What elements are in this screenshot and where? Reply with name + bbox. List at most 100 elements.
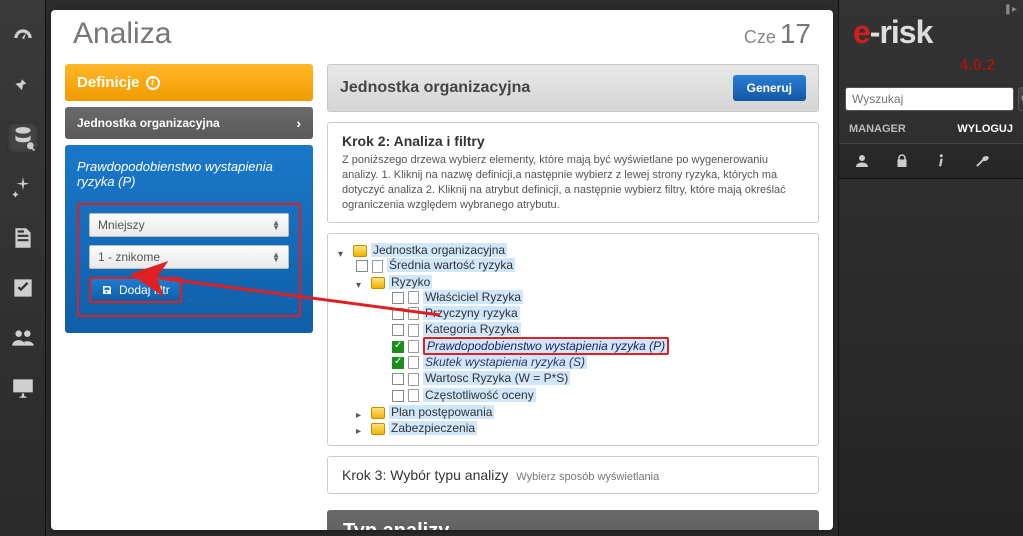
folder-icon xyxy=(353,245,367,257)
jo-label: Jednostka organizacyjna xyxy=(77,116,220,130)
folder-icon xyxy=(371,423,385,435)
tree-freq[interactable]: Częstotliwość oceny xyxy=(423,388,536,402)
manager-label: MANAGER xyxy=(849,123,906,135)
document-icon xyxy=(408,291,419,304)
rail-presentation[interactable] xyxy=(7,372,39,404)
tree-item[interactable]: Skutek wystapienia ryzyka (S) xyxy=(392,354,808,370)
chevron-right-icon: › xyxy=(296,115,301,131)
tree-category[interactable]: Kategoria Ryzyka xyxy=(423,322,521,336)
logo-risk: risk xyxy=(879,14,932,50)
operator-select[interactable]: Mniejszy ▲▼ xyxy=(89,213,289,237)
tree-impact[interactable]: Skutek wystapienia ryzyka (S) xyxy=(423,355,587,369)
rail-anchor[interactable] xyxy=(7,72,39,104)
rail-database[interactable] xyxy=(7,122,39,154)
right-header: Jednostka organizacyjna Generuj xyxy=(327,64,819,112)
info-italic-icon[interactable] xyxy=(933,152,951,170)
step3-sub: Wybierz sposób wyświetlania xyxy=(516,471,659,483)
tree-item[interactable]: Średnia wartość ryzyka xyxy=(356,257,808,273)
tree-box: Jednostka organizacyjna Średnia wartość … xyxy=(327,233,819,446)
tree-causes[interactable]: Przyczyny ryzyka xyxy=(423,306,520,320)
document-icon xyxy=(408,373,419,386)
generate-button[interactable]: Generuj xyxy=(733,75,806,101)
tree-toggle-icon[interactable] xyxy=(356,277,367,288)
rail-dashboard[interactable] xyxy=(7,22,39,54)
operator-value: Mniejszy xyxy=(98,218,145,232)
rail-star[interactable] xyxy=(7,172,39,204)
tree-avg[interactable]: Średnia wartość ryzyka xyxy=(387,258,515,272)
lock-icon[interactable] xyxy=(893,152,911,170)
tree-safety[interactable]: Zabezpieczenia xyxy=(356,420,808,436)
filter-controls-highlight: Mniejszy ▲▼ 1 - znikome ▲▼ Dodaj filtr xyxy=(77,203,301,317)
tree-item[interactable]: Częstotliwość oceny xyxy=(392,387,808,403)
checkbox[interactable] xyxy=(392,324,404,336)
logout-link[interactable]: WYLOGUJ xyxy=(957,123,1013,135)
step2-box: Krok 2: Analiza i filtry Z poniższego dr… xyxy=(327,122,819,223)
tree-plan-label[interactable]: Plan postępowania xyxy=(389,405,494,419)
tree-toggle-icon[interactable] xyxy=(356,407,367,418)
tree-value[interactable]: Wartosc Ryzyka (W = P*S) xyxy=(423,371,570,385)
spark-icon xyxy=(10,175,36,201)
document-icon xyxy=(408,307,419,320)
info-icon: i xyxy=(146,76,160,90)
tool-row xyxy=(839,143,1023,179)
checkbox[interactable] xyxy=(356,260,368,272)
tree-root-label[interactable]: Jednostka organizacyjna xyxy=(371,243,507,257)
right-column: Jednostka organizacyjna Generuj Krok 2: … xyxy=(327,64,819,530)
tree-root[interactable]: Jednostka organizacyjna Średnia wartość … xyxy=(338,242,808,437)
logo-e: e xyxy=(853,14,870,50)
tree-item[interactable]: Właściciel Ryzyka xyxy=(392,289,808,305)
tree-ryzyko[interactable]: Ryzyko Właściciel Ryzyka Przyczyny ryzyk… xyxy=(356,274,808,404)
tree-item[interactable]: Kategoria Ryzyka xyxy=(392,321,808,337)
definicje-label: Definicje xyxy=(77,74,140,91)
tree-owner[interactable]: Właściciel Ryzyka xyxy=(423,290,523,304)
rail-report[interactable] xyxy=(7,222,39,254)
tree-item[interactable]: Wartosc Ryzyka (W = P*S) xyxy=(392,370,808,386)
jednostka-panel-header[interactable]: Jednostka organizacyjna › xyxy=(65,107,313,139)
checkbox[interactable] xyxy=(392,308,404,320)
rail-users[interactable] xyxy=(7,322,39,354)
checkbox[interactable] xyxy=(392,373,404,385)
typ-header: Typ analizy xyxy=(327,510,819,530)
document-icon xyxy=(408,340,419,353)
filter-panel: Prawdopodobienstwo wystapienia ryzyka (P… xyxy=(65,145,313,333)
checkbox-checked[interactable] xyxy=(392,357,404,369)
checkbox[interactable] xyxy=(392,292,404,304)
document-icon xyxy=(408,389,419,402)
tree-item[interactable]: Prawdopodobienstwo wystapienia ryzyka (P… xyxy=(392,338,808,354)
search-wrap xyxy=(845,87,1017,111)
tree-safety-label[interactable]: Zabezpieczenia xyxy=(389,421,477,435)
date-month: Cze xyxy=(744,27,776,47)
expand-icon[interactable]: ❚▸ xyxy=(1004,4,1017,15)
add-filter-button[interactable]: Dodaj filtr xyxy=(89,277,182,303)
date-day: 17 xyxy=(780,18,811,49)
database-search-icon xyxy=(10,125,36,151)
tree-plan[interactable]: Plan postępowania xyxy=(356,404,808,420)
value-select[interactable]: 1 - znikome ▲▼ xyxy=(89,245,289,269)
value-select-value: 1 - znikome xyxy=(98,250,160,264)
folder-icon xyxy=(371,277,385,289)
wrench-icon[interactable] xyxy=(973,152,991,170)
version: 4.0.2 xyxy=(853,57,1009,75)
search-input[interactable] xyxy=(845,87,1014,111)
rail-check[interactable] xyxy=(7,272,39,304)
document-icon xyxy=(408,324,419,337)
document-icon xyxy=(10,225,36,251)
tree-prob[interactable]: Prawdopodobienstwo wystapienia ryzyka (P… xyxy=(423,337,669,355)
checkbox-checked[interactable] xyxy=(392,341,404,353)
user-icon[interactable] xyxy=(853,152,871,170)
definicje-panel[interactable]: Definicje i xyxy=(65,64,313,101)
spinner-icon: ▲▼ xyxy=(272,220,280,230)
pin-icon xyxy=(10,75,36,101)
save-icon xyxy=(101,284,113,296)
tree-toggle-icon[interactable] xyxy=(338,246,349,257)
checkbox[interactable] xyxy=(392,390,404,402)
tree-toggle-icon[interactable] xyxy=(356,423,367,434)
search-icon xyxy=(1019,92,1023,106)
search-button[interactable] xyxy=(1018,87,1023,111)
tree-ryzyko-label[interactable]: Ryzyko xyxy=(389,275,432,289)
left-icon-rail xyxy=(0,0,46,536)
tree-item[interactable]: Przyczyny ryzyka xyxy=(392,305,808,321)
step3-box[interactable]: Krok 3: Wybór typu analizy Wybierz sposó… xyxy=(327,456,819,494)
right-sidebar: ❚▸ e-risk 4.0.2 MANAGER WYLOGUJ xyxy=(838,0,1023,536)
left-column: Definicje i Jednostka organizacyjna › Pr… xyxy=(65,64,313,530)
